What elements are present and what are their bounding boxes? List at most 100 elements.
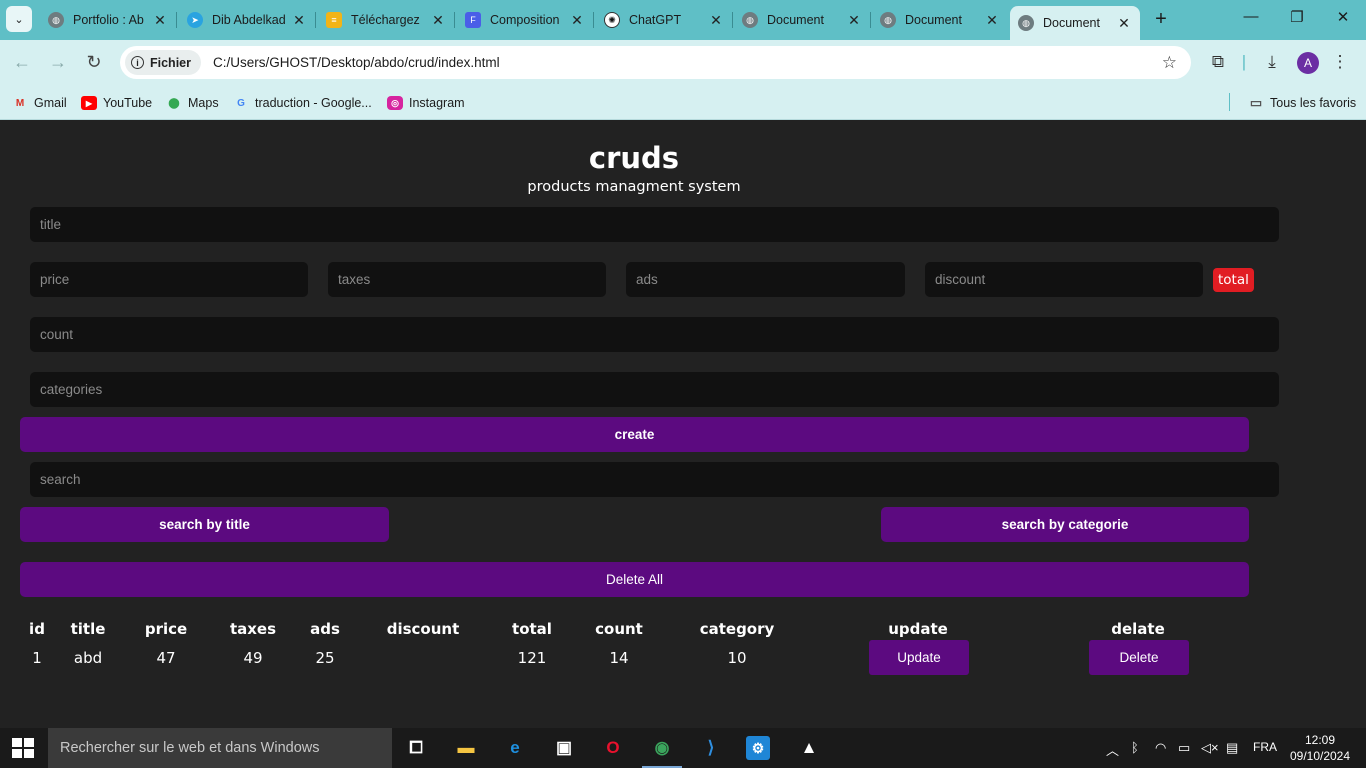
create-button[interactable]: create	[20, 417, 1249, 452]
tab-composition[interactable]: F Composition ✕	[457, 6, 594, 34]
edge-icon[interactable]: e	[501, 734, 529, 762]
new-tab-button[interactable]: +	[1150, 8, 1172, 31]
volume-muted-icon[interactable]: ◁×	[1201, 740, 1219, 756]
all-bookmarks-label: Tous les favoris	[1270, 96, 1357, 110]
table-header-ads: ads	[310, 620, 340, 638]
url-text[interactable]: C:/Users/GHOST/Desktop/abdo/crud/index.h…	[213, 55, 500, 70]
delete-all-button[interactable]: Delete All	[20, 562, 1249, 597]
forward-button[interactable]: →	[46, 52, 70, 73]
clock[interactable]: 12:09 09/10/2024	[1287, 732, 1353, 764]
table-header-taxes: taxes	[229, 620, 277, 638]
chevron-up-icon[interactable]: ︿	[1106, 740, 1119, 759]
page-subtitle: products managment system	[527, 179, 741, 195]
wifi-icon[interactable]: ◠	[1155, 740, 1166, 756]
search-by-title-button[interactable]: search by title	[20, 507, 389, 542]
table-header-title: title	[70, 620, 106, 638]
taxes-input[interactable]	[328, 262, 606, 297]
close-icon[interactable]: ✕	[430, 12, 446, 29]
extensions-icon[interactable]: ⧉	[1206, 52, 1230, 72]
toolbar-divider: |	[1241, 52, 1247, 71]
tab-strip: ⌄ ◍ Portfolio : Ab ✕ ➤ Dib Abdelkad ✕ ≡ …	[0, 0, 1366, 40]
windows-start-icon[interactable]	[12, 738, 34, 758]
gmail-icon: M	[15, 97, 25, 109]
search-input[interactable]	[30, 462, 1279, 497]
download-site-icon: ≡	[326, 12, 342, 28]
language-indicator[interactable]: FRA	[1253, 740, 1277, 754]
vscode-icon[interactable]: ⟩	[697, 734, 725, 762]
address-bar[interactable]: i Fichier C:/Users/GHOST/Desktop/abdo/cr…	[120, 46, 1191, 79]
restore-button[interactable]: ❐	[1282, 8, 1312, 26]
bookmark-divider	[1229, 93, 1230, 111]
all-bookmarks[interactable]: ▭ Tous les favoris	[1248, 93, 1356, 113]
taskbar-search-box[interactable]: Rechercher sur le web et dans Windows	[48, 728, 392, 768]
bookmark-youtube[interactable]: ▶ YouTube	[81, 93, 152, 113]
close-icon[interactable]: ✕	[846, 12, 862, 29]
close-icon[interactable]: ✕	[984, 12, 1000, 29]
close-icon[interactable]: ✕	[569, 12, 585, 29]
menu-icon[interactable]: ⋮	[1328, 52, 1352, 72]
profile-avatar[interactable]: A	[1297, 52, 1319, 74]
page-content: cruds products managment system total cr…	[0, 121, 1366, 728]
youtube-icon: ▶	[81, 96, 97, 110]
cell-taxes: 49	[243, 649, 263, 667]
tab-search-button[interactable]: ⌄	[6, 6, 32, 32]
bookmark-instagram[interactable]: ◎ Instagram	[387, 93, 465, 113]
title-input[interactable]	[30, 207, 1279, 242]
bookmark-gmail[interactable]: M Gmail	[12, 93, 67, 113]
task-view-icon[interactable]: ⧠	[402, 734, 430, 762]
site-info-chip[interactable]: i Fichier	[125, 50, 201, 75]
notification-icon[interactable]: ▤	[1226, 740, 1238, 756]
reload-button[interactable]: ↻	[82, 52, 106, 73]
settings-icon[interactable]: ⚙	[746, 736, 770, 760]
tab-chatgpt[interactable]: ✺ ChatGPT ✕	[596, 6, 733, 34]
taskbar: Rechercher sur le web et dans Windows ⧠ …	[0, 728, 1366, 768]
bookmark-label: traduction - Google...	[255, 96, 372, 110]
tab-telechargez[interactable]: ≡ Téléchargez ✕	[318, 6, 455, 34]
tab-document-2[interactable]: ◍ Document ✕	[872, 6, 1008, 34]
bookmark-label: Maps	[188, 96, 219, 110]
reload-icon: ↻	[86, 52, 102, 72]
count-input[interactable]	[30, 317, 1279, 352]
tab-telegram[interactable]: ➤ Dib Abdelkad ✕	[179, 6, 316, 34]
battery-icon[interactable]: ▭	[1178, 740, 1190, 756]
globe-icon: ◍	[1018, 15, 1034, 31]
close-icon[interactable]: ✕	[1116, 15, 1132, 32]
categories-input[interactable]	[30, 372, 1279, 407]
bluetooth-icon[interactable]: ᛒ	[1131, 740, 1139, 755]
minimize-button[interactable]: —	[1236, 8, 1266, 25]
close-window-button[interactable]: ✕	[1328, 8, 1358, 26]
ads-input[interactable]	[626, 262, 905, 297]
delete-row-button[interactable]: Delete	[1089, 640, 1189, 675]
discount-input[interactable]	[925, 262, 1203, 297]
table-header-delete: delate	[1111, 620, 1165, 638]
browser-toolbar: ← → ↻ i Fichier C:/Users/GHOST/Desktop/a…	[0, 40, 1366, 86]
cell-category: 10	[727, 649, 747, 667]
bookmark-traduction[interactable]: G traduction - Google...	[233, 93, 372, 113]
search-by-category-button[interactable]: search by categorie	[881, 507, 1249, 542]
store-icon[interactable]: ▣	[550, 734, 578, 762]
close-icon[interactable]: ✕	[291, 12, 307, 29]
tab-portfolio[interactable]: ◍ Portfolio : Ab ✕	[40, 6, 177, 34]
update-row-button[interactable]: Update	[869, 640, 969, 675]
price-input[interactable]	[30, 262, 308, 297]
table-header-discount: discount	[386, 620, 460, 638]
chrome-icon[interactable]: ◉	[642, 734, 682, 768]
back-button[interactable]: ←	[10, 52, 34, 73]
bookmark-maps[interactable]: ⬤ Maps	[166, 93, 219, 113]
maps-icon: ⬤	[168, 97, 180, 109]
close-icon[interactable]: ✕	[708, 12, 724, 29]
file-explorer-icon[interactable]: ▬	[452, 734, 480, 762]
download-icon[interactable]: ⤓	[1260, 52, 1284, 72]
opera-icon[interactable]: O	[599, 734, 627, 762]
tab-label: Téléchargez	[351, 13, 420, 27]
bookmark-star-icon[interactable]: ☆	[1162, 53, 1177, 73]
globe-icon: ◍	[48, 12, 64, 28]
cell-count: 14	[609, 649, 629, 667]
tab-document-active[interactable]: ◍ Document ✕	[1010, 6, 1140, 40]
bookmark-label: YouTube	[103, 96, 153, 110]
tab-label: Document	[1043, 16, 1100, 30]
close-icon[interactable]: ✕	[152, 12, 168, 29]
table-header-id: id	[29, 620, 45, 638]
photos-icon[interactable]: ▲	[795, 734, 823, 762]
tab-document-1[interactable]: ◍ Document ✕	[734, 6, 871, 34]
